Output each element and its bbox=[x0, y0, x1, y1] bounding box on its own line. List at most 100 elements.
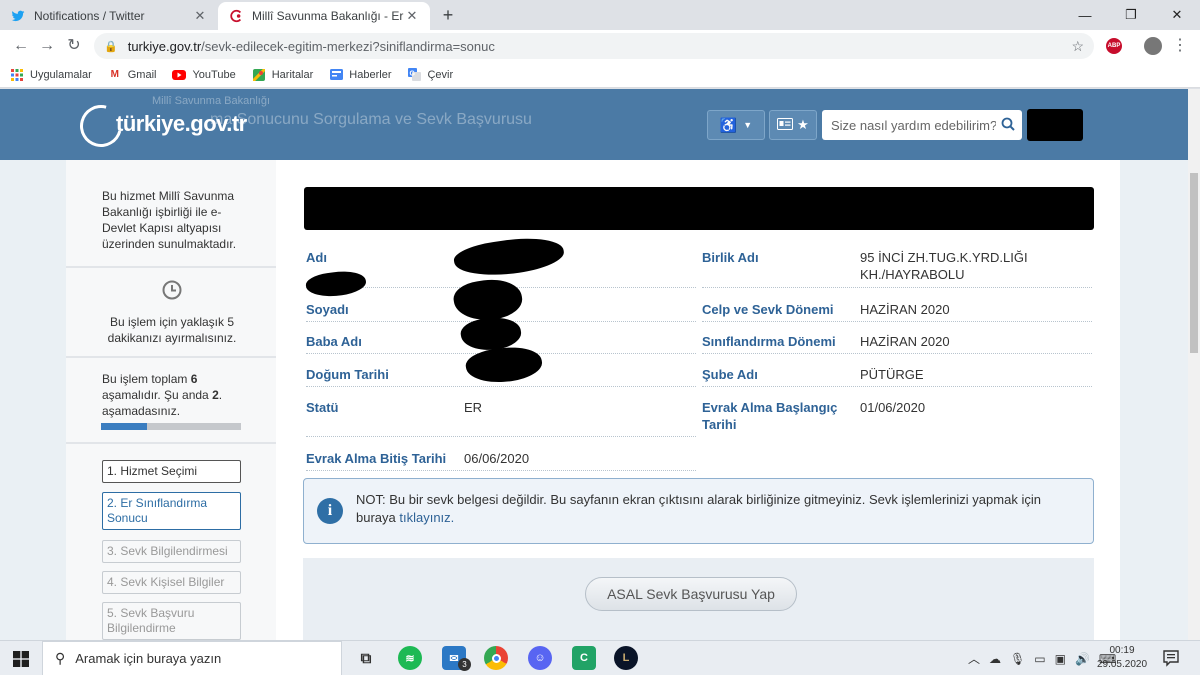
onedrive-icon[interactable]: ☁ bbox=[989, 652, 1001, 666]
spotify-icon[interactable]: ≋ bbox=[398, 646, 422, 670]
site-search-input[interactable] bbox=[822, 110, 1022, 140]
taskbar-clock[interactable]: 00:19 29.05.2020 bbox=[1092, 644, 1152, 672]
progress-fill bbox=[101, 423, 148, 430]
bookmark-news[interactable]: Haberler bbox=[329, 68, 391, 82]
site-header: Millî Savunma Bakanlığı ma Sonucunu Sorg… bbox=[0, 89, 1188, 160]
field-label: Evrak Alma Başlangıç Tarihi bbox=[702, 400, 838, 432]
bookmark-youtube[interactable]: YouTube bbox=[172, 68, 236, 82]
profile-avatar[interactable] bbox=[1144, 37, 1162, 55]
field-label: Şube Adı bbox=[702, 367, 758, 382]
chrome-icon[interactable] bbox=[484, 646, 508, 670]
close-window-icon[interactable]: ✕ bbox=[1154, 0, 1200, 30]
adblock-plus-icon[interactable]: ABP bbox=[1106, 38, 1122, 54]
action-area: ASAL Sevk Başvurusu Yap bbox=[303, 558, 1094, 640]
estimated-time-text: Bu işlem için yaklaşık 5 dakikanızı ayır… bbox=[107, 315, 237, 345]
news-icon bbox=[329, 68, 343, 82]
sidebar-divider bbox=[66, 266, 276, 268]
user-login-redacted[interactable] bbox=[1027, 109, 1083, 141]
reload-icon[interactable]: ↻ bbox=[63, 35, 85, 57]
volume-icon[interactable]: 🔊 bbox=[1075, 652, 1090, 666]
notification-center-icon[interactable] bbox=[1162, 649, 1180, 667]
id-card-login-button[interactable]: ★ bbox=[769, 110, 817, 140]
browser-tab-strip: Notifications / Twitter ✕ Millî Savunma … bbox=[0, 0, 1200, 30]
page-scrollbar[interactable] bbox=[1188, 89, 1200, 640]
step-1-service-selection[interactable]: 1. Hizmet Seçimi bbox=[102, 460, 241, 483]
address-bar[interactable]: 🔒 turkiye.gov.tr/sevk-edilecek-egitim-me… bbox=[94, 33, 1094, 59]
step-4-dispatch-personal-info: 4. Sevk Kişisel Bilgiler bbox=[102, 571, 241, 594]
service-sidebar: Bu hizmet Millî Savunma Bakanlığı işbirl… bbox=[66, 160, 276, 640]
new-tab-button[interactable]: + bbox=[438, 5, 458, 25]
field-value: 95 İNCİ ZH.TUG.K.YRD.LIĞI KH./HAYRABOLU bbox=[860, 250, 1028, 282]
discord-icon[interactable]: ☺ bbox=[528, 646, 552, 670]
bookmark-apps[interactable]: Uygulamalar bbox=[10, 68, 92, 82]
note-link[interactable]: tıklayınız. bbox=[399, 510, 454, 525]
field-value: 01/06/2020 bbox=[860, 400, 926, 415]
field-value: HAZİRAN 2020 bbox=[860, 302, 950, 317]
bookmark-label: Çevir bbox=[427, 68, 454, 81]
sidebar-divider bbox=[66, 442, 276, 444]
search-icon: ⚲ bbox=[55, 650, 66, 666]
more-menu-icon[interactable]: ⋮ bbox=[1170, 35, 1190, 57]
task-view-icon[interactable]: ⧉ bbox=[354, 646, 378, 670]
field-divider bbox=[702, 321, 1092, 322]
field-divider bbox=[306, 436, 696, 437]
field-divider bbox=[306, 470, 696, 471]
bookmarks-bar: Uygulamalar M Gmail YouTube Haritalar Ha… bbox=[0, 62, 1200, 88]
url-path: /sevk-edilecek-egitim-merkezi?siniflandi… bbox=[201, 38, 495, 54]
forward-icon[interactable]: → bbox=[36, 35, 58, 57]
step-3-dispatch-info: 3. Sevk Bilgilendirmesi bbox=[102, 540, 241, 563]
field-value: HAZİRAN 2020 bbox=[860, 334, 950, 349]
browser-toolbar: ← → ↻ 🔒 turkiye.gov.tr/sevk-edilecek-egi… bbox=[0, 30, 1200, 62]
microphone-icon[interactable]: 🎙 bbox=[1010, 652, 1025, 666]
tab-twitter[interactable]: Notifications / Twitter ✕ bbox=[0, 2, 218, 30]
field-label: Statü bbox=[306, 400, 339, 415]
service-info-text: Bu hizmet Millî Savunma Bakanlığı işbirl… bbox=[102, 189, 237, 251]
asal-dispatch-apply-button[interactable]: ASAL Sevk Başvurusu Yap bbox=[585, 577, 797, 611]
bookmark-translate[interactable]: G Çevir bbox=[407, 68, 453, 82]
redaction-mark bbox=[452, 232, 566, 282]
restore-icon[interactable]: ❐ bbox=[1108, 0, 1154, 30]
search-icon[interactable] bbox=[1001, 117, 1015, 131]
network-icon[interactable]: ▣ bbox=[1055, 652, 1066, 666]
field-label: Adı bbox=[306, 250, 327, 265]
battery-icon[interactable]: ▭ bbox=[1034, 652, 1045, 666]
field-label: Celp ve Sevk Dönemi bbox=[702, 302, 834, 317]
scrollbar-thumb[interactable] bbox=[1190, 173, 1198, 353]
url-host: turkiye.gov.tr bbox=[127, 38, 202, 54]
tray-expand-icon[interactable]: ︿ bbox=[968, 650, 980, 667]
bookmark-star-icon[interactable]: ☆ bbox=[1071, 38, 1084, 55]
mail-badge: 3 bbox=[458, 658, 471, 671]
field-value: 06/06/2020 bbox=[464, 451, 530, 466]
sidebar-divider bbox=[66, 356, 276, 358]
league-of-legends-icon[interactable]: L bbox=[614, 646, 638, 670]
bookmark-label: Gmail bbox=[127, 68, 157, 81]
system-tray: ︿ ☁ 🎙 ▭ ▣ 🔊 ⌨ bbox=[968, 641, 1116, 675]
youtube-icon bbox=[172, 68, 187, 82]
field-divider bbox=[702, 386, 1092, 387]
taskbar-search-box[interactable]: ⚲ Aramak için buraya yazın bbox=[42, 641, 342, 675]
caret-down-icon: ▼ bbox=[743, 120, 753, 130]
bookmark-gmail[interactable]: M Gmail bbox=[108, 68, 157, 82]
field-value: ER bbox=[464, 400, 483, 415]
back-icon[interactable]: ← bbox=[10, 35, 32, 57]
camtasia-icon[interactable]: C bbox=[572, 646, 596, 670]
clock-icon bbox=[162, 280, 182, 300]
bookmark-maps[interactable]: Haritalar bbox=[252, 68, 314, 82]
minimize-icon[interactable]: — bbox=[1062, 0, 1108, 30]
accessibility-button[interactable]: ♿ ▼ bbox=[707, 110, 765, 140]
site-logo[interactable]: türkiye.gov.tr bbox=[116, 111, 247, 137]
step-2-classification-result[interactable]: 2. Er Sınıflandırma Sonucu bbox=[102, 492, 241, 530]
bookmark-label: Haritalar bbox=[271, 68, 314, 81]
redaction-mark bbox=[464, 342, 544, 388]
windows-start-icon[interactable] bbox=[0, 641, 42, 675]
close-tab-icon[interactable]: ✕ bbox=[192, 8, 208, 24]
close-tab-icon[interactable]: ✕ bbox=[404, 8, 420, 24]
field-divider bbox=[702, 287, 1092, 288]
note-text: NOT: Bu bir sevk belgesi değildir. Bu sa… bbox=[356, 492, 1041, 525]
field-label: Baba Adı bbox=[306, 334, 362, 349]
wheelchair-icon: ♿ bbox=[719, 116, 738, 133]
tab-msb[interactable]: Millî Savunma Bakanlığı - Er Sınıf ✕ bbox=[218, 2, 430, 30]
apps-grid-icon bbox=[10, 68, 24, 82]
turkiye-gov-icon bbox=[228, 8, 244, 24]
step-5-dispatch-application-info: 5. Sevk Başvuru Bilgilendirme bbox=[102, 602, 241, 640]
